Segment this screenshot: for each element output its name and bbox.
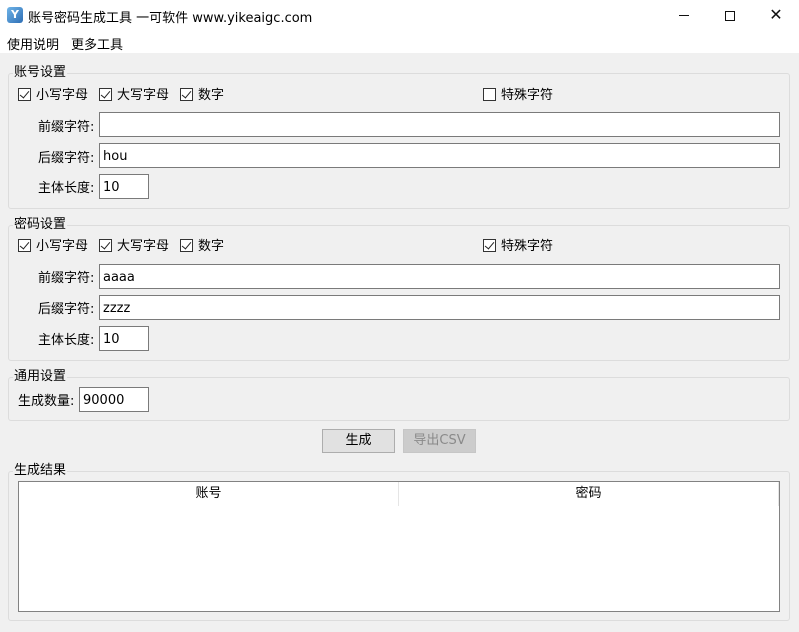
account-uppercase-label: 大写字母 bbox=[117, 88, 170, 103]
account-special-checkbox[interactable]: 特殊字符 bbox=[483, 88, 553, 104]
password-digits-label: 数字 bbox=[198, 239, 225, 254]
password-uppercase-label: 大写字母 bbox=[117, 239, 170, 254]
account-prefix-label: 前缀字符: bbox=[38, 120, 95, 135]
account-suffix-label: 后缀字符: bbox=[38, 151, 95, 166]
password-suffix-label: 后缀字符: bbox=[38, 302, 95, 317]
results-title: 生成结果 bbox=[13, 459, 68, 478]
account-digits-check-icon bbox=[180, 88, 193, 101]
password-length-label: 主体长度: bbox=[38, 333, 95, 348]
password-uppercase-checkbox[interactable]: 大写字母 bbox=[99, 239, 169, 255]
app-logo-icon: Y bbox=[7, 7, 23, 23]
count-input[interactable]: 90000 bbox=[79, 387, 149, 412]
menu-item-more-tools[interactable]: 更多工具 bbox=[71, 34, 123, 53]
title-bar: Y 账号密码生成工具 一可软件 www.yikeaigc.com ✕ bbox=[0, 0, 799, 31]
maximize-button[interactable] bbox=[707, 0, 753, 31]
password-suffix-input[interactable]: zzzz bbox=[99, 295, 780, 320]
account-lowercase-check-icon bbox=[18, 88, 31, 101]
password-digits-check-icon bbox=[180, 239, 193, 252]
general-settings-title: 通用设置 bbox=[13, 365, 68, 384]
account-special-check-icon bbox=[483, 88, 496, 101]
password-lowercase-label: 小写字母 bbox=[36, 239, 89, 254]
account-lowercase-checkbox[interactable]: 小写字母 bbox=[18, 88, 88, 104]
results-table[interactable]: 账号 密码 bbox=[18, 481, 780, 612]
close-button[interactable]: ✕ bbox=[753, 0, 799, 31]
account-prefix-input[interactable] bbox=[99, 112, 780, 137]
window-title: 账号密码生成工具 一可软件 www.yikeaigc.com bbox=[28, 11, 313, 26]
close-icon: ✕ bbox=[769, 5, 783, 24]
password-uppercase-check-icon bbox=[99, 239, 112, 252]
account-uppercase-check-icon bbox=[99, 88, 112, 101]
password-special-checkbox[interactable]: 特殊字符 bbox=[483, 239, 553, 255]
password-prefix-label: 前缀字符: bbox=[38, 271, 95, 286]
count-label: 生成数量: bbox=[18, 394, 75, 409]
account-suffix-input[interactable]: hou bbox=[99, 143, 780, 168]
account-uppercase-checkbox[interactable]: 大写字母 bbox=[99, 88, 169, 104]
account-digits-label: 数字 bbox=[198, 88, 225, 103]
generate-button[interactable]: 生成 bbox=[322, 429, 395, 453]
maximize-icon bbox=[725, 10, 735, 21]
password-lowercase-check-icon bbox=[18, 239, 31, 252]
account-special-label: 特殊字符 bbox=[501, 88, 554, 103]
column-header-account[interactable]: 账号 bbox=[19, 482, 399, 506]
export-csv-button[interactable]: 导出CSV bbox=[403, 429, 476, 453]
menu-bar: 使用说明 更多工具 bbox=[0, 31, 799, 53]
account-settings-title: 账号设置 bbox=[13, 61, 68, 80]
password-special-label: 特殊字符 bbox=[501, 239, 554, 254]
password-prefix-input[interactable]: aaaa bbox=[99, 264, 780, 289]
menu-item-instructions[interactable]: 使用说明 bbox=[7, 34, 59, 53]
column-header-password[interactable]: 密码 bbox=[399, 482, 779, 506]
account-lowercase-label: 小写字母 bbox=[36, 88, 89, 103]
password-settings-title: 密码设置 bbox=[13, 213, 68, 232]
password-special-check-icon bbox=[483, 239, 496, 252]
minimize-button[interactable] bbox=[661, 0, 707, 31]
password-digits-checkbox[interactable]: 数字 bbox=[180, 239, 224, 255]
minimize-icon bbox=[679, 15, 689, 16]
password-length-input[interactable]: 10 bbox=[99, 326, 149, 351]
account-digits-checkbox[interactable]: 数字 bbox=[180, 88, 224, 104]
account-length-input[interactable]: 10 bbox=[99, 174, 149, 199]
account-length-label: 主体长度: bbox=[38, 181, 95, 196]
password-lowercase-checkbox[interactable]: 小写字母 bbox=[18, 239, 88, 255]
